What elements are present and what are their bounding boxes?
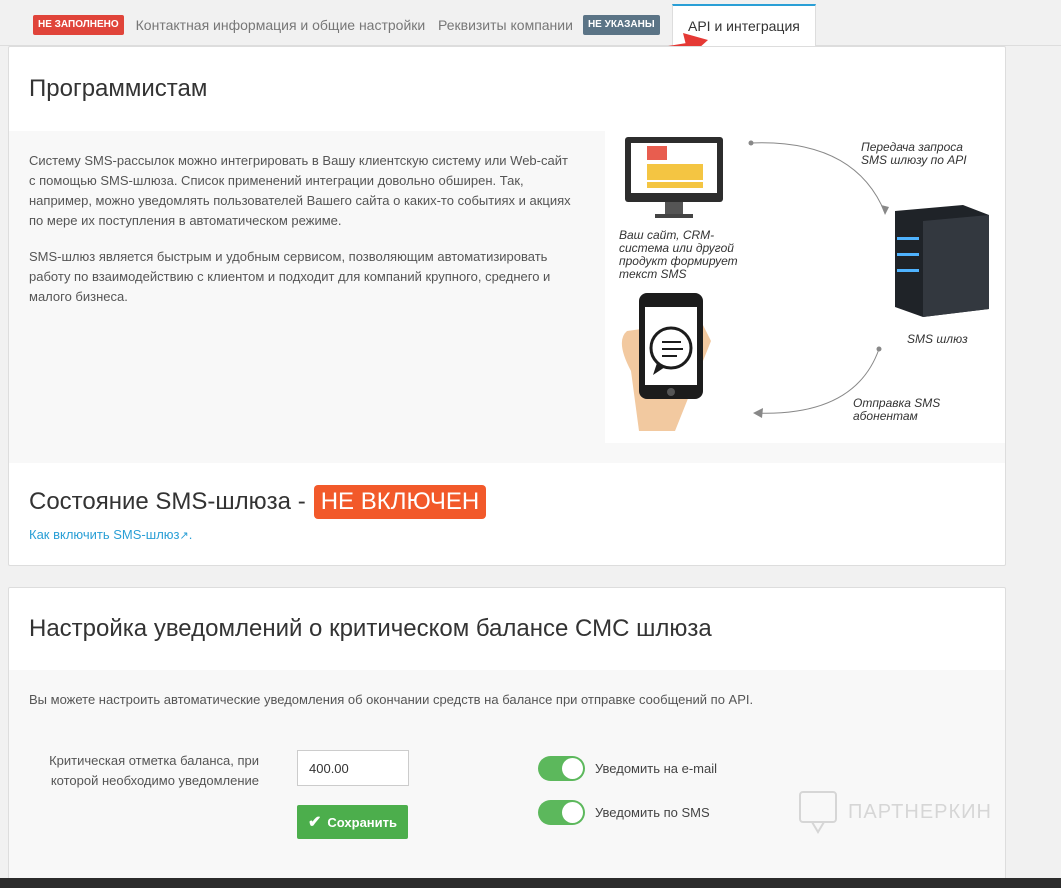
diagram-label-api-request: Передача запроса SMS шлюзу по API bbox=[861, 140, 967, 167]
balance-description: Вы можете настроить автоматические уведо… bbox=[29, 692, 754, 707]
howto-enable-link-text: Как включить SMS-шлюз bbox=[29, 527, 180, 542]
sms-toggle-knob bbox=[562, 802, 583, 823]
watermark: ПАРТНЕРКИН bbox=[798, 790, 992, 834]
watermark-text: ПАРТНЕРКИН bbox=[848, 800, 992, 823]
sms-gateway-diagram: Передача запроса SMS шлюзу по API Ваш са… bbox=[605, 131, 1005, 443]
developers-paragraph-1: Систему SMS-рассылок можно интегрировать… bbox=[29, 153, 571, 228]
developers-title: Программистам bbox=[29, 75, 208, 102]
diagram-label-send-sms: Отправка SMS абонентам bbox=[853, 396, 941, 423]
save-button[interactable]: ✔ Сохранить bbox=[297, 805, 408, 839]
email-notify-toggle[interactable] bbox=[538, 756, 585, 781]
diagram-label-crm: Ваш сайт, CRM-система или другой продукт… bbox=[619, 228, 738, 281]
balance-title: Настройка уведомлений о критическом бала… bbox=[29, 615, 712, 642]
threshold-input[interactable] bbox=[297, 750, 409, 786]
email-toggle-knob bbox=[562, 758, 583, 779]
howto-enable-link[interactable]: Как включить SMS-шлюз↗. bbox=[29, 527, 192, 542]
diagram-label-sms-gateway: SMS шлюз bbox=[907, 332, 968, 346]
gateway-status: Состояние SMS-шлюза - НЕ ВКЛЮЧЕН bbox=[29, 485, 487, 519]
sms-notify-label: Уведомить по SMS bbox=[595, 805, 710, 820]
developers-paragraph-2: SMS-шлюз является быстрым и удобным серв… bbox=[29, 249, 551, 304]
sms-notify-toggle[interactable] bbox=[538, 800, 585, 825]
developers-card: Программистам Систему SMS-рассылок можно… bbox=[8, 46, 1006, 566]
gateway-status-label: Состояние SMS-шлюза - bbox=[29, 488, 306, 515]
check-icon: ✔ bbox=[307, 814, 322, 831]
bottom-strip bbox=[0, 878, 1061, 888]
gateway-status-badge: НЕ ВКЛЮЧЕН bbox=[313, 485, 487, 519]
threshold-label: Критическая отметка баланса, при которой… bbox=[49, 753, 259, 788]
email-notify-label: Уведомить на e-mail bbox=[595, 761, 718, 776]
watermark-logo-icon bbox=[799, 791, 837, 834]
external-link-icon: ↗ bbox=[179, 530, 189, 542]
balance-card: Настройка уведомлений о критическом бала… bbox=[8, 587, 1006, 880]
save-button-label: Сохранить bbox=[327, 814, 397, 830]
